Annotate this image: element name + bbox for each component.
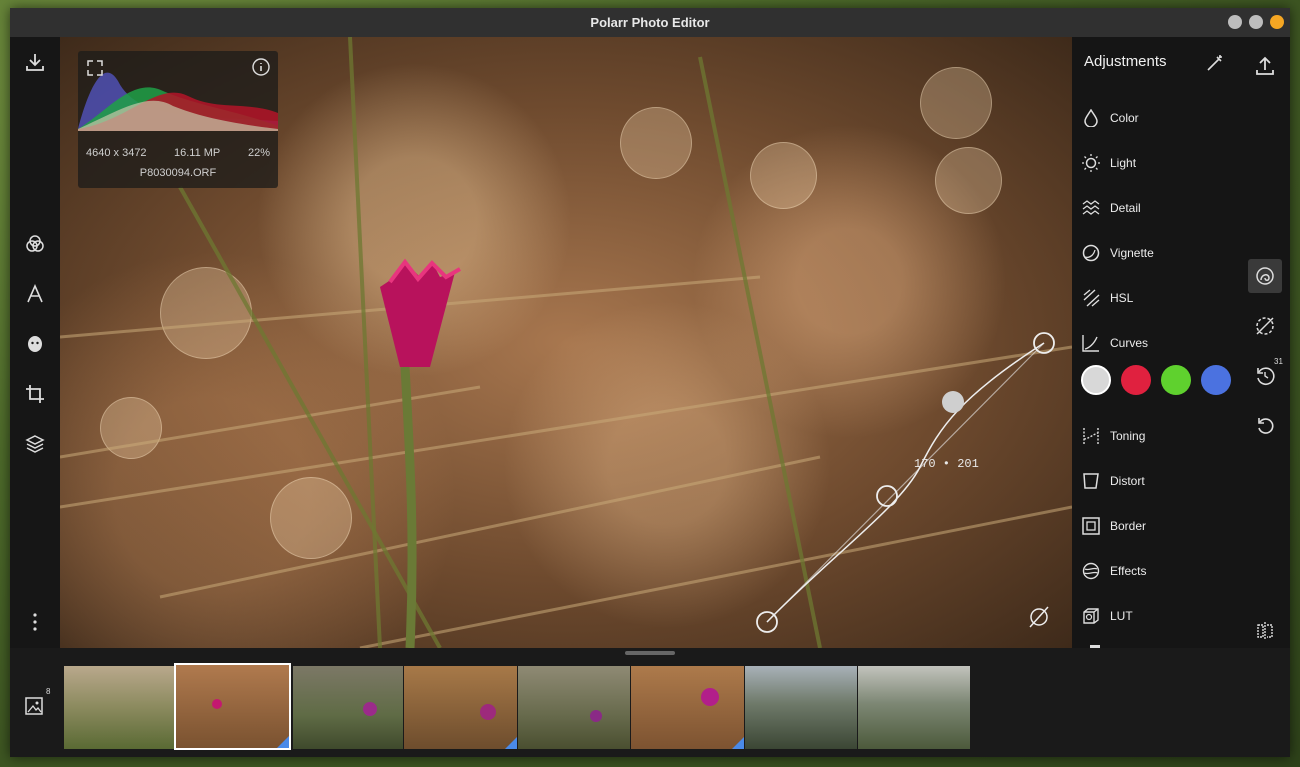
adjustment-label: Border <box>1110 519 1147 533</box>
curve-channel-blue[interactable] <box>1201 365 1231 395</box>
flower-mark <box>590 710 602 722</box>
curve-readout: 170 • 201 <box>914 457 979 471</box>
reset-curve-icon[interactable] <box>1029 606 1049 628</box>
adjustment-label: Detail <box>1110 201 1141 215</box>
thumbnail[interactable] <box>293 666 403 749</box>
export-icon[interactable] <box>1248 49 1282 83</box>
flower-mark <box>480 704 496 720</box>
filmstrip-resize-handle[interactable] <box>625 651 675 655</box>
filters-icon[interactable] <box>22 231 48 257</box>
border-icon <box>1080 515 1102 537</box>
curve-point-active[interactable] <box>942 391 964 413</box>
sun-icon <box>1080 152 1102 174</box>
adjustment-border[interactable]: Border <box>1080 514 1230 538</box>
minimize-button[interactable] <box>1228 15 1242 29</box>
drop-icon <box>1080 107 1102 129</box>
thumbnail[interactable] <box>404 666 517 749</box>
adjustments-tool-icon[interactable] <box>1248 259 1282 293</box>
adjustment-label: HSL <box>1110 291 1134 305</box>
adjustment-label: LUT <box>1110 609 1133 623</box>
layers-icon[interactable] <box>22 431 48 457</box>
mask-icon[interactable] <box>1248 309 1282 343</box>
adjustment-detail[interactable]: Detail <box>1080 196 1230 220</box>
adjustment-label: Color <box>1110 111 1139 125</box>
toning-icon <box>1080 425 1102 447</box>
adjustment-color[interactable]: Color <box>1080 106 1230 130</box>
text-icon[interactable] <box>22 281 48 307</box>
panel-title: Adjustments <box>1084 53 1167 70</box>
adjustment-distort[interactable]: Distort <box>1080 469 1230 493</box>
adjustment-hsl[interactable]: HSL <box>1080 286 1230 310</box>
right-toolbar: 31 <box>1240 37 1290 648</box>
download-icon[interactable] <box>22 49 48 75</box>
thumbnail[interactable] <box>745 666 857 749</box>
window-title: Polarr Photo Editor <box>590 15 710 30</box>
waves-icon <box>1080 197 1102 219</box>
effects-icon <box>1080 560 1102 582</box>
adjustment-label: Vignette <box>1110 246 1154 260</box>
more-icon[interactable] <box>22 609 48 635</box>
curves-icon <box>1080 332 1102 354</box>
edited-marker <box>732 737 744 749</box>
history-count-badge: 31 <box>1274 357 1283 366</box>
curve-channel-red[interactable] <box>1121 365 1151 395</box>
flower-mark <box>212 699 222 709</box>
adjustment-light[interactable]: Light <box>1080 151 1230 175</box>
library-count: 8 <box>46 687 51 696</box>
history-icon[interactable]: 31 <box>1248 357 1283 393</box>
adjustment-label: Light <box>1110 156 1137 170</box>
undo-icon[interactable] <box>1248 409 1282 443</box>
thumbnail[interactable] <box>858 666 970 749</box>
curve-overlay <box>756 332 1055 633</box>
photo-canvas[interactable]: 4640 x 3472 16.11 MP 22% P8030094.ORF 17… <box>60 37 1072 648</box>
adjustment-label: Toning <box>1110 429 1146 443</box>
adjustment-vignette[interactable]: Vignette <box>1080 241 1230 265</box>
edited-marker <box>277 736 289 748</box>
curve-channel-rgb[interactable] <box>1081 365 1111 395</box>
adjustments-panel: Adjustments Color Light Detail Vignette … <box>1072 37 1240 648</box>
adjustment-label: Effects <box>1110 564 1147 578</box>
maximize-button[interactable] <box>1249 15 1263 29</box>
filmstrip: 8 <box>10 648 1290 757</box>
left-toolbar <box>10 37 60 648</box>
thumbnail[interactable] <box>64 666 174 749</box>
thumbnail[interactable] <box>631 666 744 749</box>
adjustment-lut[interactable]: LUT <box>1080 604 1230 628</box>
auto-enhance-icon[interactable] <box>1206 54 1224 72</box>
distort-icon <box>1080 470 1102 492</box>
title-bar: Polarr Photo Editor <box>10 8 1290 37</box>
thumbnail[interactable] <box>518 666 630 749</box>
edited-marker <box>505 737 517 749</box>
flower-mark <box>701 688 719 706</box>
library-icon[interactable]: 8 <box>22 687 50 719</box>
thumbnail-selected[interactable] <box>174 663 291 750</box>
flower-mark <box>363 702 377 716</box>
curve-channel-green[interactable] <box>1161 365 1191 395</box>
adjustment-toning[interactable]: Toning <box>1080 424 1230 448</box>
lut-icon <box>1080 605 1102 627</box>
adjustment-effects[interactable]: Effects <box>1080 559 1230 583</box>
face-icon[interactable] <box>22 331 48 357</box>
app-window: Polarr Photo Editor 4640 x 3472 16.11 MP… <box>10 8 1290 757</box>
hsl-icon <box>1080 287 1102 309</box>
vignette-icon <box>1080 242 1102 264</box>
compare-icon[interactable] <box>1248 614 1282 648</box>
crop-icon[interactable] <box>22 381 48 407</box>
close-button[interactable] <box>1270 15 1284 29</box>
adjustment-label: Curves <box>1110 336 1149 350</box>
curve-point[interactable] <box>876 485 898 507</box>
adjustment-label: Distort <box>1110 474 1145 488</box>
adjustment-curves[interactable]: Curves <box>1080 331 1230 355</box>
